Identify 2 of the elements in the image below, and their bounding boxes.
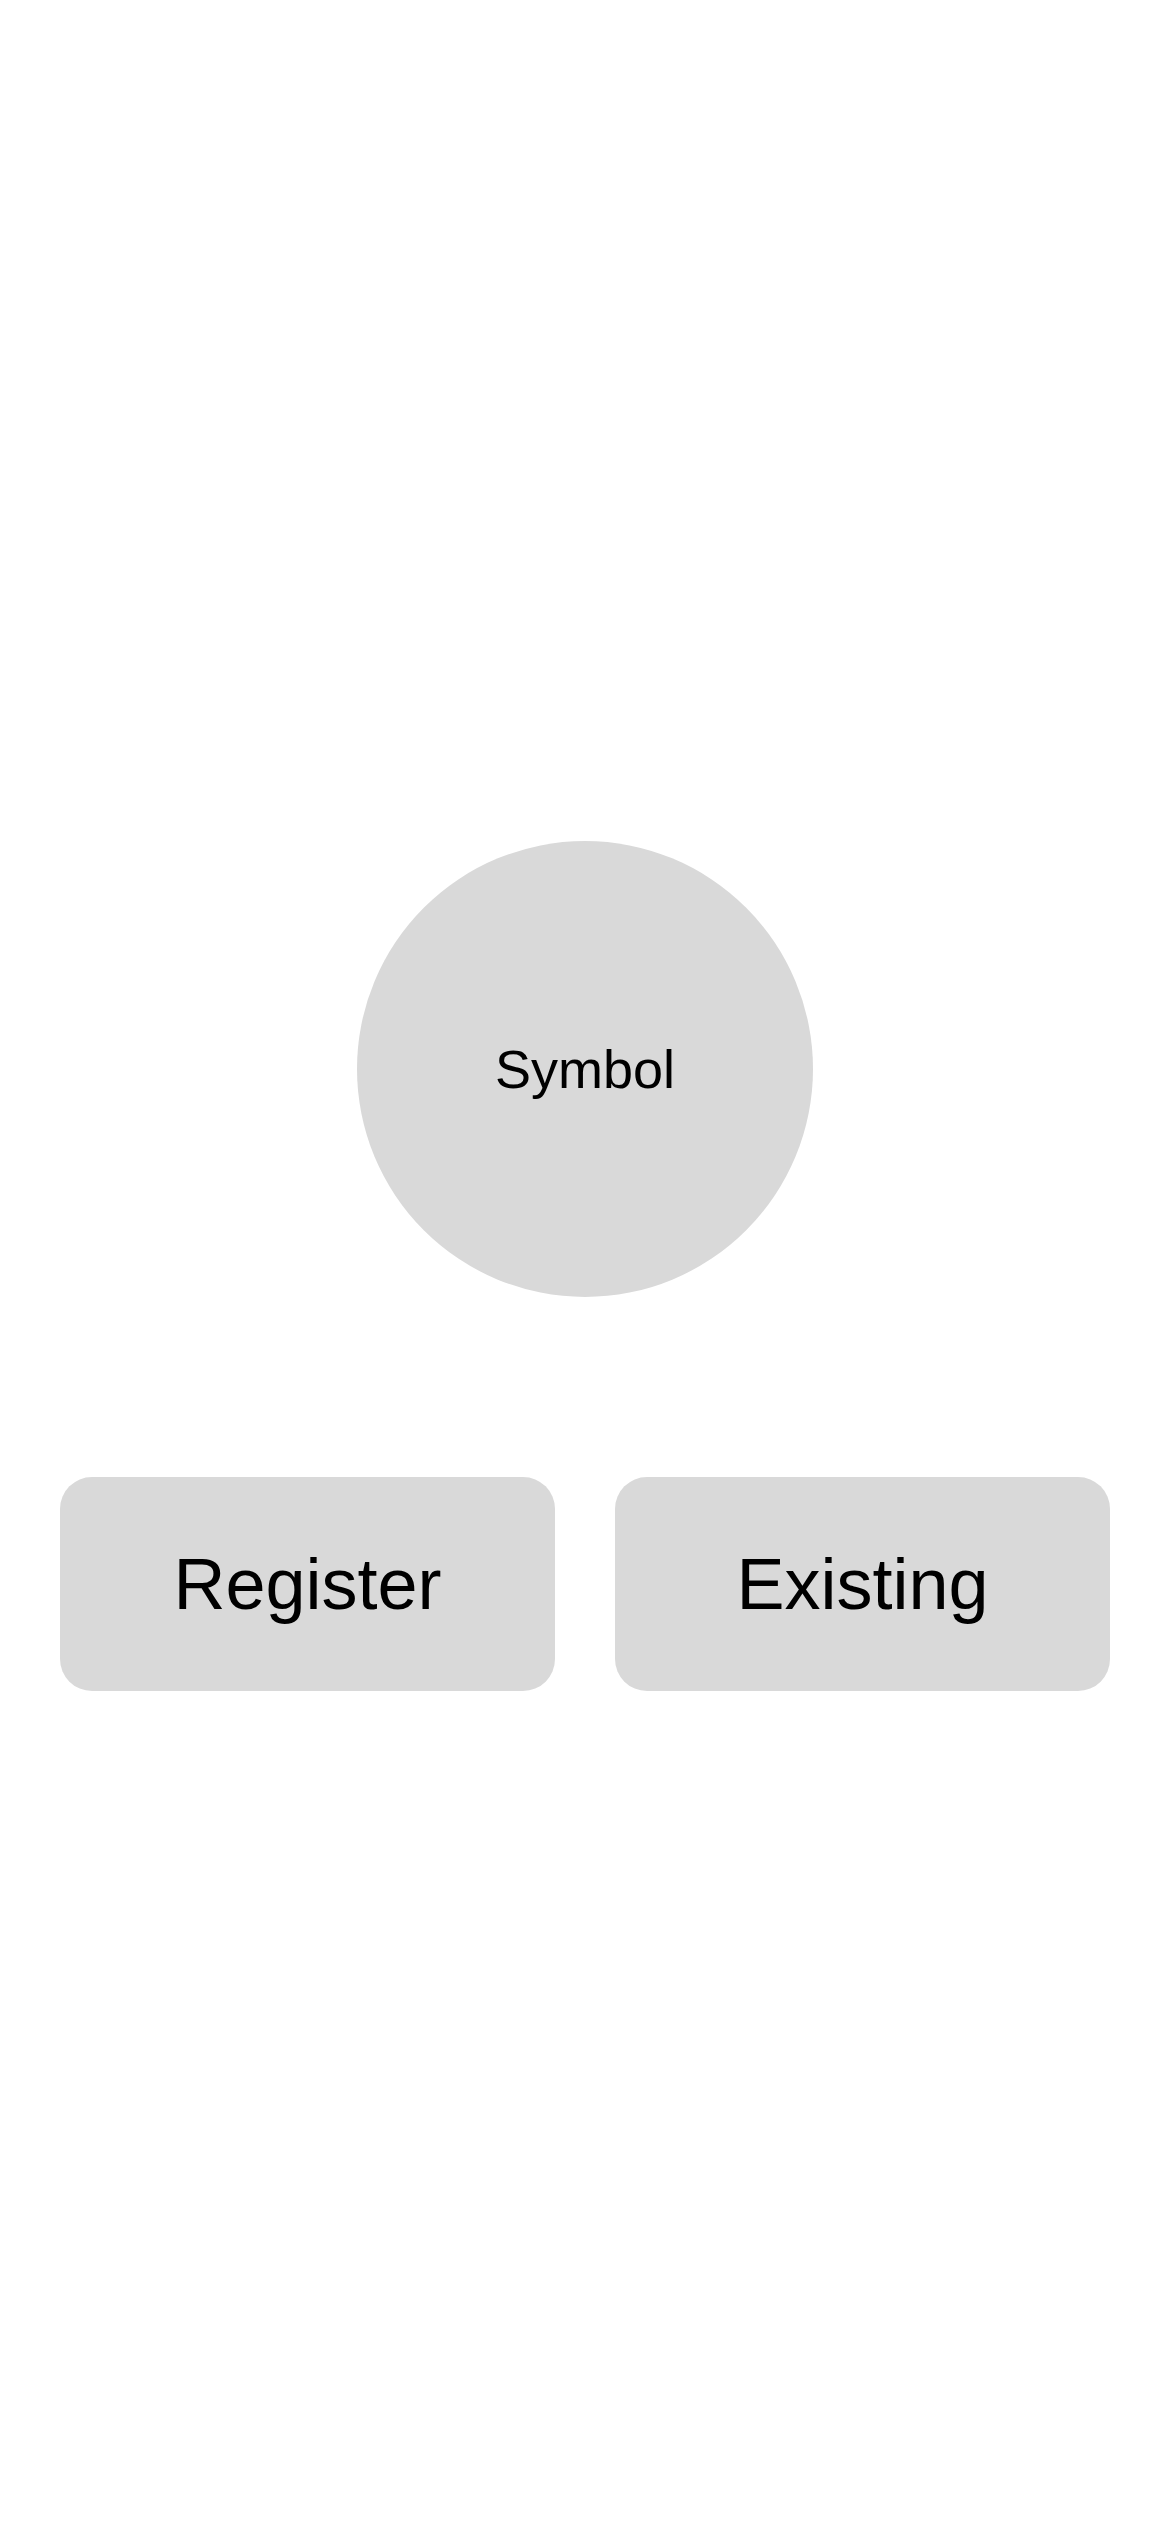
action-button[interactable]: Register	[60, 1477, 555, 1691]
action-button[interactable]: Existing	[615, 1477, 1110, 1691]
